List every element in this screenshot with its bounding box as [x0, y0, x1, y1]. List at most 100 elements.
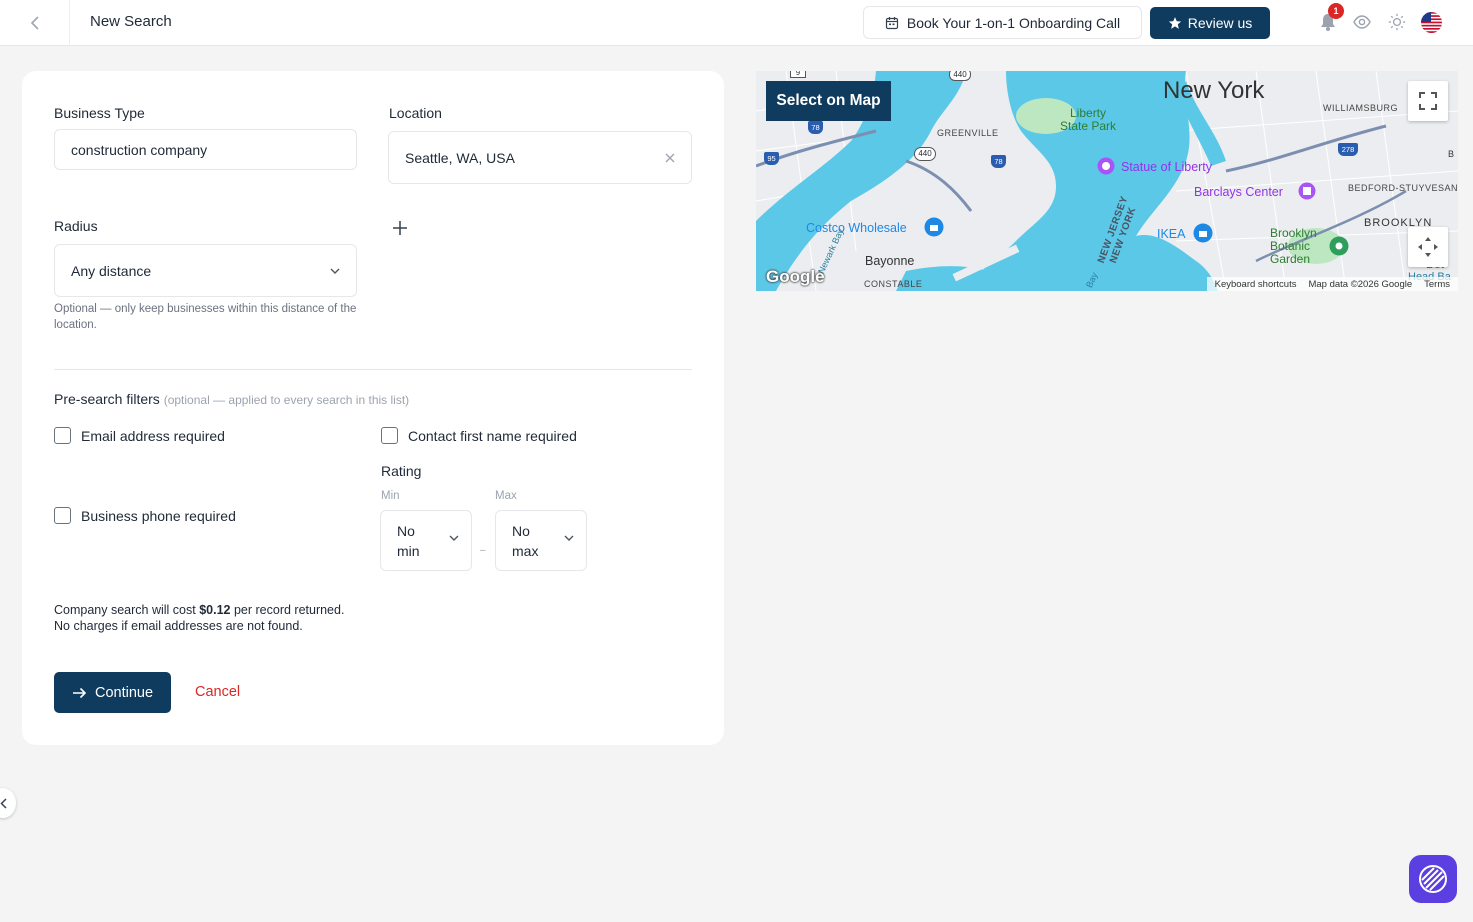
- terms-link[interactable]: Terms: [1424, 279, 1450, 290]
- rating-max-select[interactable]: No max: [495, 510, 587, 571]
- email-required-checkbox[interactable]: Email address required: [54, 427, 225, 444]
- map-data-credit: Map data ©2026 Google: [1308, 278, 1413, 290]
- pre-search-filters-heading: Pre-search filters (optional — applied t…: [54, 391, 409, 407]
- book-onboarding-button[interactable]: Book Your 1-on-1 Onboarding Call: [863, 6, 1142, 39]
- visibility-toggle[interactable]: [1353, 14, 1371, 30]
- email-required-label: Email address required: [81, 427, 225, 444]
- rating-separator: –: [480, 545, 486, 556]
- section-divider: [54, 369, 692, 370]
- botanic-garden-marker-icon[interactable]: [1329, 236, 1349, 256]
- chevron-down-icon: [564, 535, 574, 541]
- map-label-bedford: BEDFORD-STUYVESAN: [1348, 183, 1458, 193]
- phone-required-checkbox[interactable]: Business phone required: [54, 507, 236, 524]
- cost-notice: Company search will cost $0.12 per recor…: [54, 602, 344, 634]
- chevron-left-icon: [0, 797, 7, 809]
- map-label-botanic-garden: Brooklyn Botanic Garden: [1270, 227, 1317, 266]
- page-title: New Search: [90, 13, 172, 30]
- sidebar-toggle[interactable]: [0, 788, 16, 818]
- chevron-left-icon: [30, 16, 39, 30]
- cost-note: No charges if email addresses are not fo…: [54, 619, 303, 633]
- route-9-shield: 9: [790, 71, 806, 78]
- route-78-shield: 78: [991, 155, 1006, 168]
- rating-max-line1: No: [512, 523, 530, 539]
- map-label-greenville: GREENVILLE: [937, 128, 999, 138]
- chat-widget-button[interactable]: [1409, 855, 1457, 903]
- cost-pre: Company search will cost: [54, 603, 200, 617]
- us-flag-icon: [1421, 12, 1442, 33]
- rating-label: Rating: [381, 463, 422, 479]
- fullscreen-icon: [1419, 92, 1437, 110]
- rating-min-select[interactable]: No min: [380, 510, 472, 571]
- business-type-input[interactable]: construction company: [54, 129, 357, 170]
- map-label-botanic-3: Garden: [1270, 252, 1311, 266]
- rating-min-line2: min: [397, 543, 420, 559]
- map-label-williamsburg: WILLIAMSBURG: [1323, 103, 1399, 113]
- filters-title: Pre-search filters: [54, 391, 160, 407]
- radius-value: Any distance: [71, 262, 152, 279]
- notification-badge: 1: [1328, 3, 1344, 19]
- cost-amount: $0.12: [199, 603, 231, 617]
- clear-icon[interactable]: [665, 153, 675, 163]
- route-440-shield: 440: [914, 147, 936, 161]
- map-label-liberty-state-park: Liberty State Park: [1060, 107, 1116, 133]
- chat-logo-icon: [1419, 865, 1447, 893]
- eye-icon: [1353, 15, 1371, 29]
- rating-min-label: Min: [381, 490, 400, 502]
- map-label-ikea[interactable]: IKEA: [1157, 227, 1186, 241]
- radius-select[interactable]: Any distance: [54, 244, 357, 297]
- map-label-constable: CONSTABLE: [864, 279, 923, 289]
- route-78-shield: 78: [808, 121, 823, 134]
- location-label: Location: [389, 105, 442, 121]
- filters-subtitle: (optional — applied to every search in t…: [163, 393, 410, 407]
- continue-label: Continue: [94, 684, 154, 701]
- continue-button[interactable]: Continue: [54, 672, 171, 713]
- map-label-statue-of-liberty[interactable]: Statue of Liberty: [1121, 160, 1212, 174]
- theme-toggle[interactable]: [1388, 13, 1406, 31]
- top-bar: New Search Book Your 1-on-1 Onboarding C…: [0, 0, 1473, 46]
- rating-min-line1: No: [397, 523, 415, 539]
- review-us-button[interactable]: Review us: [1150, 7, 1270, 39]
- checkbox-box[interactable]: [54, 507, 71, 524]
- cost-post: per record returned.: [230, 603, 345, 617]
- chevron-down-icon: [330, 268, 340, 274]
- location-value: Seattle, WA, USA: [405, 149, 515, 166]
- ikea-marker-icon[interactable]: [1193, 223, 1213, 243]
- map-view[interactable]: New York WILLIAMSBURG Liberty State Park…: [756, 71, 1458, 291]
- first-name-required-label: Contact first name required: [408, 427, 577, 444]
- keyboard-shortcuts-link[interactable]: Keyboard shortcuts: [1215, 279, 1297, 290]
- statue-of-liberty-marker-icon[interactable]: [1097, 157, 1115, 175]
- rating-max-line2: max: [512, 543, 539, 559]
- route-278-shield: 278: [1338, 143, 1358, 156]
- map-label-costco[interactable]: Costco Wholesale: [806, 221, 907, 235]
- barclays-marker-icon[interactable]: [1298, 182, 1316, 200]
- arrow-right-icon: [72, 687, 87, 698]
- radius-label: Radius: [54, 218, 98, 234]
- rating-max-label: Max: [495, 490, 517, 502]
- radius-hint: Optional — only keep businesses within t…: [54, 303, 357, 331]
- cancel-button[interactable]: Cancel: [195, 684, 240, 700]
- checkbox-box[interactable]: [54, 427, 71, 444]
- search-form-card: Business Type construction company Locat…: [22, 71, 724, 745]
- location-input[interactable]: Seattle, WA, USA: [388, 131, 692, 184]
- fullscreen-button[interactable]: [1408, 81, 1448, 121]
- map-label-new-york: New York: [1163, 77, 1265, 104]
- plus-icon[interactable]: [393, 221, 407, 235]
- calendar-icon: [885, 16, 898, 29]
- costco-marker-icon[interactable]: [924, 217, 944, 237]
- back-button[interactable]: [0, 0, 70, 46]
- google-logo: Google: [766, 267, 825, 286]
- first-name-required-checkbox[interactable]: Contact first name required: [381, 427, 577, 444]
- language-selector[interactable]: [1421, 12, 1442, 33]
- business-type-value: construction company: [71, 141, 208, 158]
- book-onboarding-label: Book Your 1-on-1 Onboarding Call: [906, 14, 1121, 31]
- map-label-barclays[interactable]: Barclays Center: [1194, 185, 1283, 199]
- move-arrows-icon: [1418, 237, 1438, 257]
- star-icon: [1168, 17, 1181, 29]
- phone-required-label: Business phone required: [81, 507, 236, 524]
- checkbox-box[interactable]: [381, 427, 398, 444]
- select-on-map-button[interactable]: Select on Map: [766, 81, 891, 121]
- route-95-shield: 95: [764, 152, 779, 165]
- route-440-shield: 440: [949, 71, 971, 81]
- map-label-liberty-2: State Park: [1060, 119, 1117, 133]
- pan-control-button[interactable]: [1408, 227, 1448, 267]
